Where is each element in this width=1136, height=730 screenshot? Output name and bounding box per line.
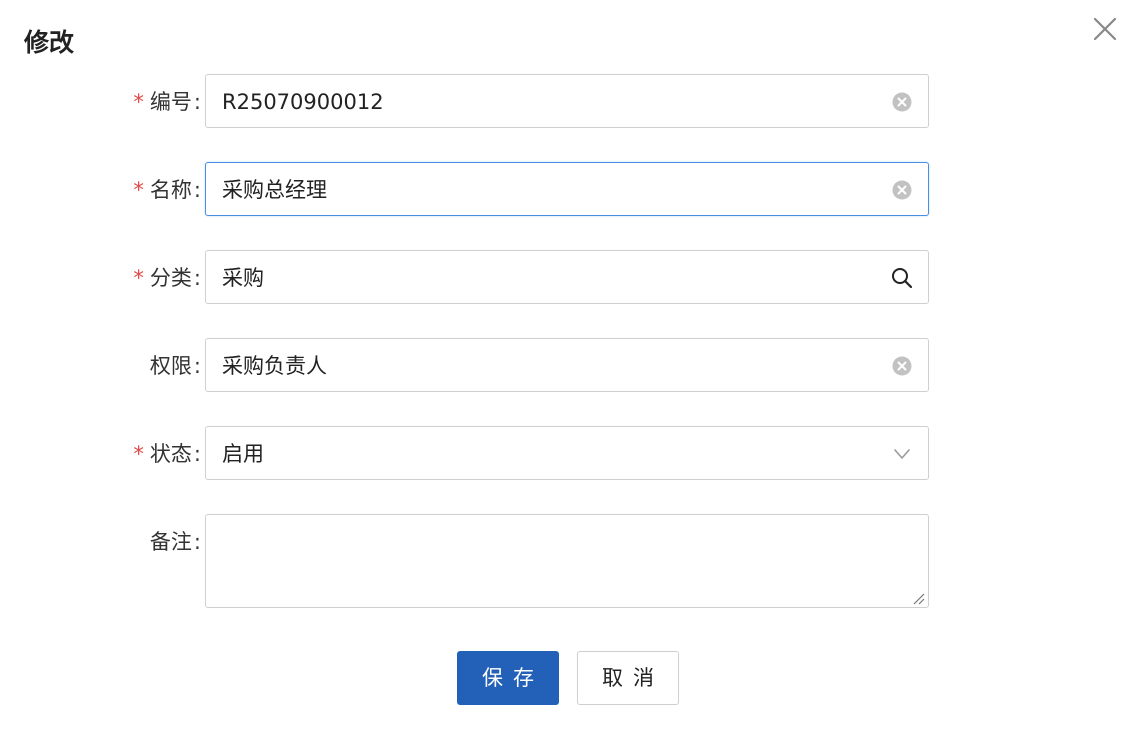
code-label: * 编号:: [133, 90, 201, 114]
chevron-down-icon[interactable]: [890, 442, 914, 466]
name-input[interactable]: 采购总经理: [205, 162, 929, 216]
permission-input[interactable]: 采购负责人: [205, 338, 929, 392]
clear-icon[interactable]: [890, 178, 914, 202]
edit-dialog: 修改 * 编号: R25070900012 * 名称: 采购总经理 * 分类: …: [0, 0, 1136, 730]
form-row-status: * 状态: 启用: [0, 426, 1136, 482]
close-icon[interactable]: [1088, 12, 1122, 46]
resize-handle-icon[interactable]: [911, 590, 925, 605]
category-value: 采购: [222, 266, 264, 290]
dialog-title: 修改: [24, 28, 75, 57]
code-input[interactable]: R25070900012: [205, 74, 929, 128]
form-row-name: * 名称: 采购总经理: [0, 162, 1136, 218]
form-row-permission: 权限: 采购负责人: [0, 338, 1136, 394]
clear-icon[interactable]: [890, 354, 914, 378]
clear-icon[interactable]: [890, 90, 914, 114]
remark-textarea[interactable]: [205, 514, 929, 608]
status-select[interactable]: 启用: [205, 426, 929, 480]
required-mark: *: [133, 266, 144, 290]
remark-label: 备注:: [149, 530, 201, 554]
code-value: R25070900012: [222, 90, 384, 114]
category-input[interactable]: 采购: [205, 250, 929, 304]
name-value: 采购总经理: [222, 178, 327, 202]
category-label: * 分类:: [133, 266, 201, 290]
form-row-code: * 编号: R25070900012: [0, 74, 1136, 130]
cancel-button[interactable]: 取消: [577, 651, 679, 705]
permission-value: 采购负责人: [222, 354, 327, 378]
permission-label: 权限:: [149, 354, 201, 378]
form-row-category: * 分类: 采购: [0, 250, 1136, 306]
status-label: * 状态:: [133, 442, 201, 466]
search-icon[interactable]: [890, 266, 914, 290]
form-row-remark: 备注:: [0, 514, 1136, 610]
save-button[interactable]: 保存: [457, 651, 559, 705]
required-mark: *: [133, 90, 144, 114]
required-mark: *: [133, 442, 144, 466]
name-label: * 名称:: [133, 178, 201, 202]
required-mark: *: [133, 178, 144, 202]
status-value: 启用: [222, 442, 264, 466]
